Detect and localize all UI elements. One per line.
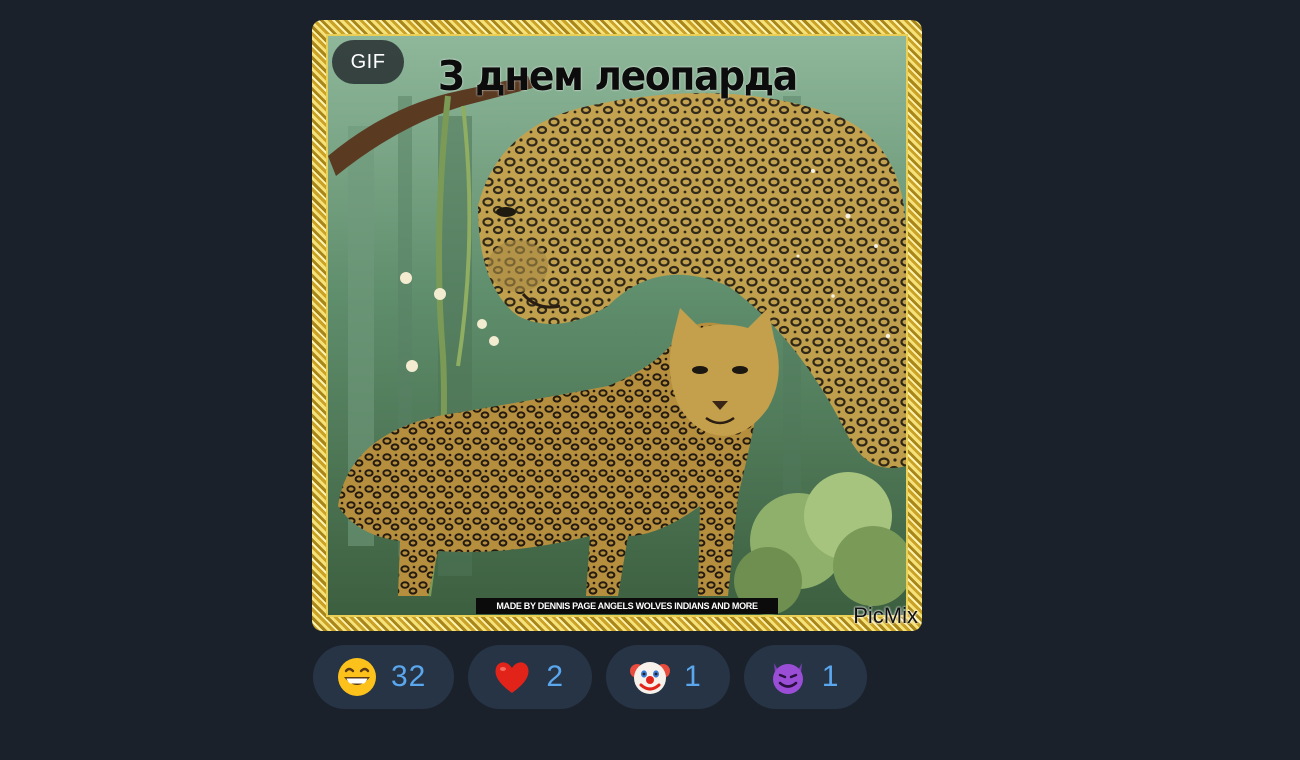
reactions-bar: 32 2 1 1 <box>313 645 868 709</box>
reaction-clown[interactable]: 1 <box>606 645 730 709</box>
gif-image <box>326 34 908 617</box>
leopard-illustration <box>328 36 906 615</box>
clown-face-icon <box>630 662 671 694</box>
reaction-devil[interactable]: 1 <box>743 645 868 709</box>
reaction-count: 32 <box>391 660 427 693</box>
reaction-heart[interactable]: 2 <box>468 645 593 709</box>
red-heart-icon <box>495 662 529 693</box>
chat-area: GIF З днем леопарда MADE BY DENNIS PAGE … <box>0 0 1300 760</box>
smiling-devil-icon <box>772 663 803 694</box>
gif-message[interactable]: GIF З днем леопарда MADE BY DENNIS PAGE … <box>312 20 922 631</box>
gif-watermark: PicMix <box>853 603 918 628</box>
gif-badge: GIF <box>332 40 404 84</box>
reaction-count: 1 <box>821 660 840 693</box>
gif-caption-title: З днем леопарда <box>438 52 798 100</box>
reaction-grinning[interactable]: 32 <box>313 645 455 709</box>
reaction-count: 2 <box>546 660 565 693</box>
gif-credit-banner: MADE BY DENNIS PAGE ANGELS WOLVES INDIAN… <box>476 598 778 614</box>
grinning-face-icon <box>338 658 376 696</box>
reaction-count: 1 <box>684 660 702 693</box>
